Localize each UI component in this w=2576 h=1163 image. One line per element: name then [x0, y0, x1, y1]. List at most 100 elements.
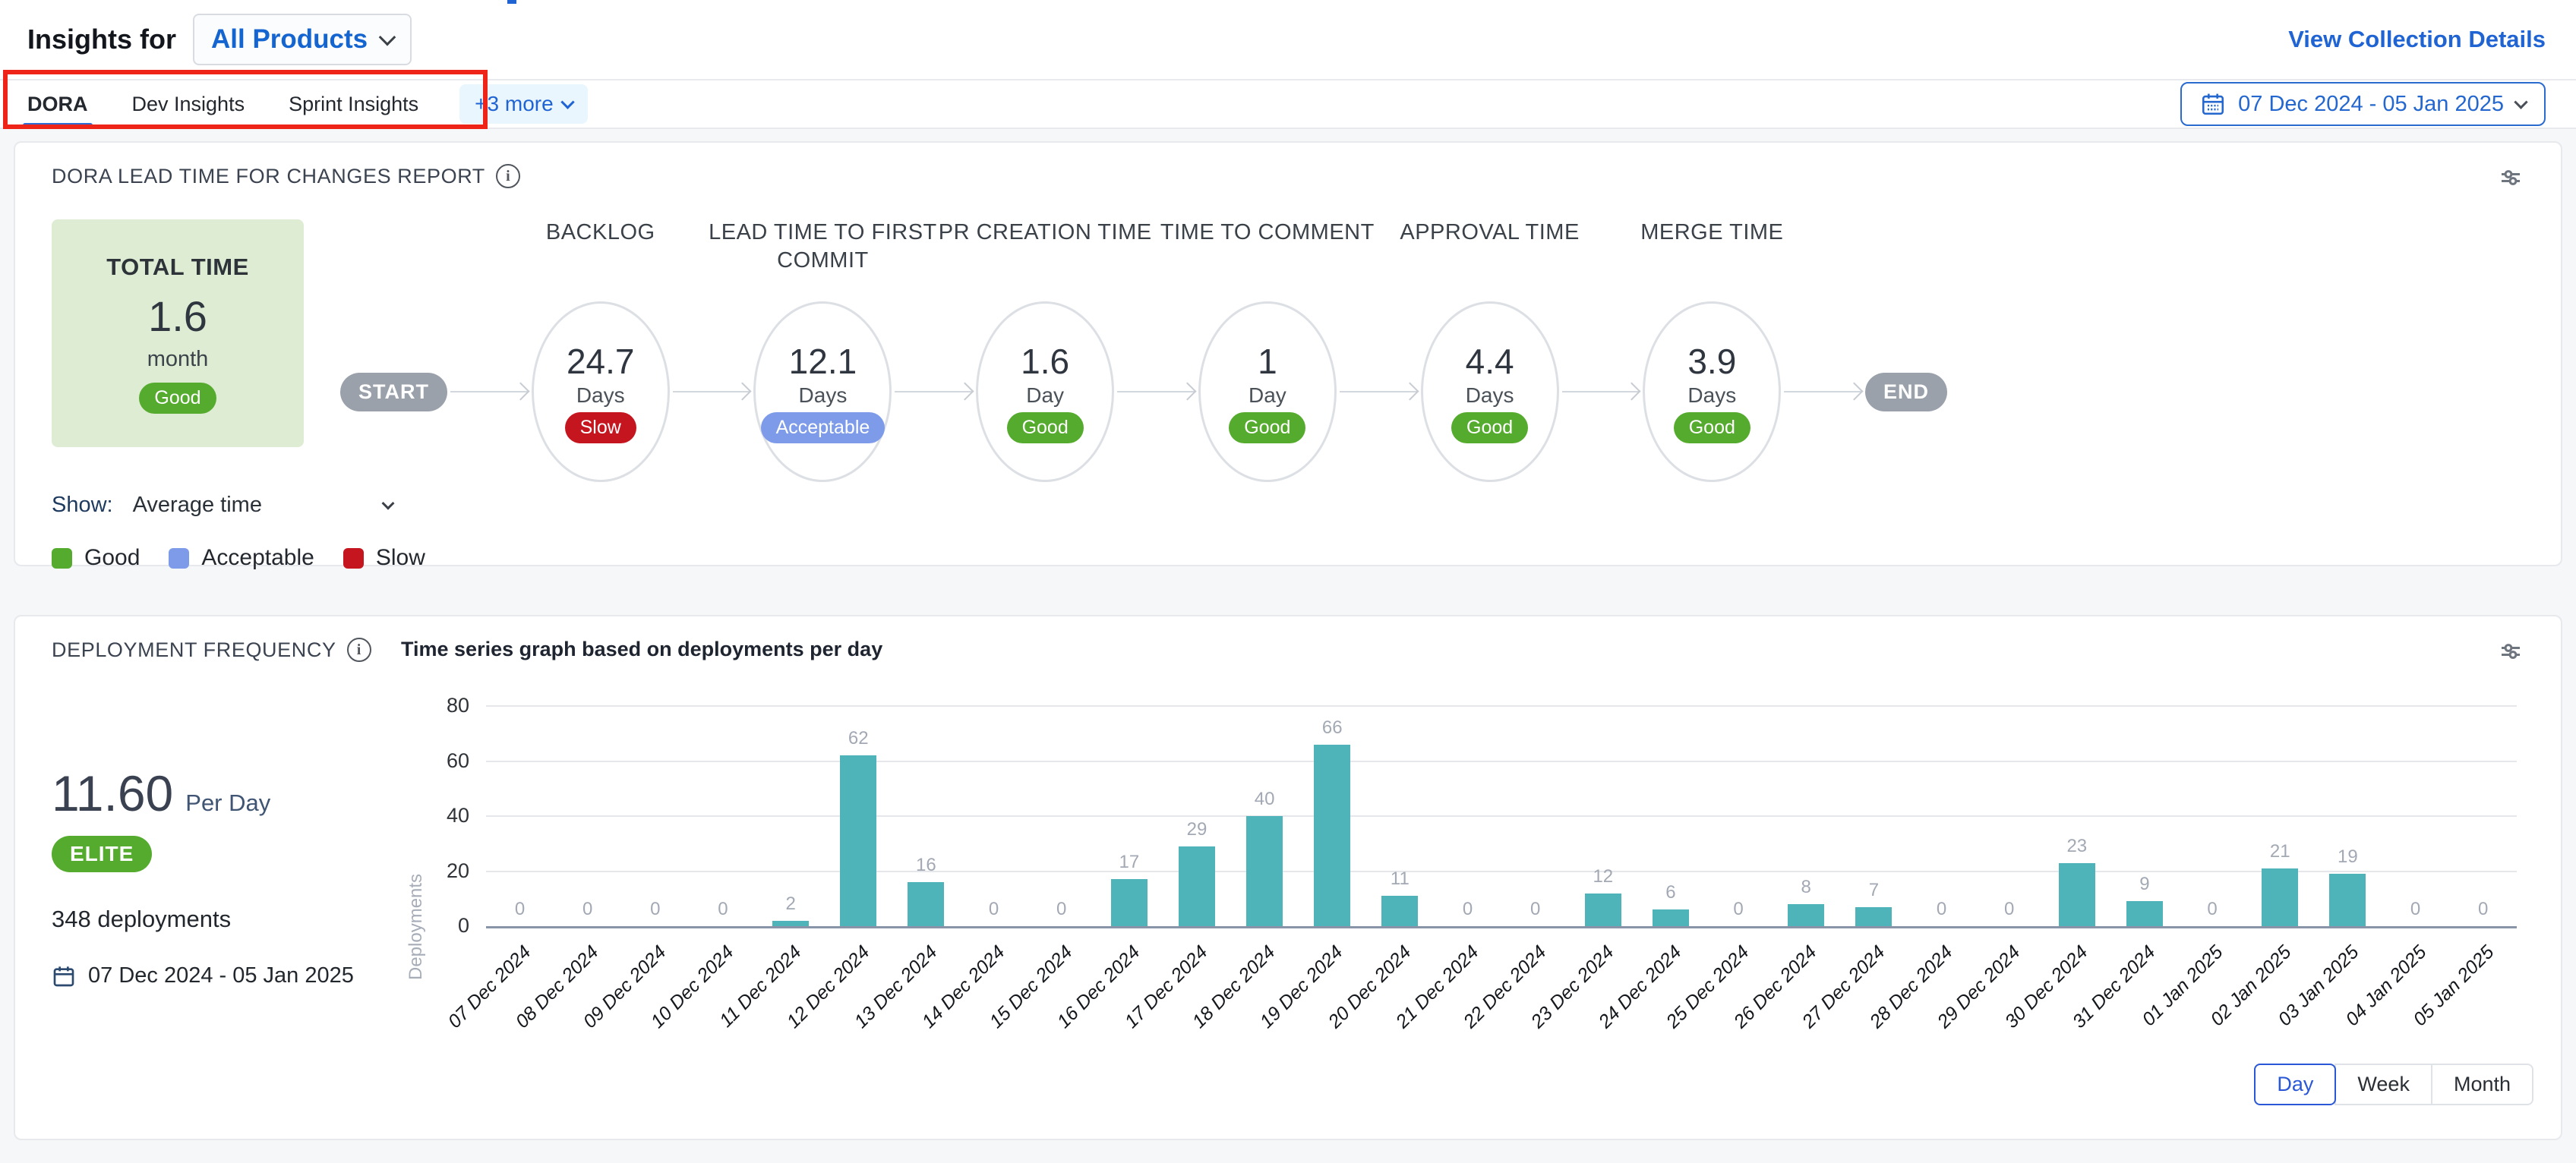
bar-cell: 931 Dec 2024 [2110, 708, 2178, 926]
bar[interactable] [2329, 874, 2366, 926]
stage-lead-time-to-first-commit: LEAD TIME TO FIRST COMMIT12.1DaysAccepta… [753, 301, 892, 482]
bar-cell: 015 Dec 2024 [1028, 708, 1095, 926]
bar-value-label: 23 [2066, 836, 2087, 857]
product-selector-value: All Products [211, 24, 368, 55]
bar-cell: 211 Dec 2024 [757, 708, 825, 926]
bar-value-label: 0 [650, 899, 660, 920]
stage-backlog: BACKLOG24.7DaysSlow [532, 301, 670, 482]
stage-value: 1 [1258, 341, 1277, 382]
bar[interactable] [1381, 896, 1418, 926]
total-time-value: 1.6 [148, 292, 207, 341]
bar-cell: 014 Dec 2024 [960, 708, 1028, 926]
bar-value-label: 0 [2207, 899, 2217, 920]
date-range-picker[interactable]: 07 Dec 2024 - 05 Jan 2025 [2180, 82, 2546, 126]
bar[interactable] [1653, 909, 1689, 926]
deployment-date-range: 07 Dec 2024 - 05 Jan 2025 [52, 963, 401, 988]
bar-cell: 1903 Jan 2025 [2314, 708, 2382, 926]
bar[interactable] [908, 882, 944, 926]
bar-value-label: 0 [989, 899, 999, 920]
stage-status-badge: Slow [565, 412, 636, 443]
bar[interactable] [1855, 907, 1892, 926]
chevron-down-icon [2514, 95, 2527, 109]
bar-value-label: 6 [1665, 882, 1675, 903]
flow-arrow [673, 391, 751, 392]
granularity-month[interactable]: Month [2431, 1064, 2533, 1105]
stage-name: APPROVAL TIME [1372, 219, 1608, 247]
bar[interactable] [1788, 904, 1824, 926]
tab-list: DORA Dev Insights Sprint Insights [27, 80, 418, 128]
bar-cell: 2102 Jan 2025 [2246, 708, 2314, 926]
bar[interactable] [1179, 846, 1215, 926]
flow-arrow [450, 391, 529, 392]
lead-time-panel-header: DORA LEAD TIME FOR CHANGES REPORT i [52, 164, 2524, 195]
stage-value: 24.7 [567, 341, 635, 382]
more-tabs-label: +3 more [475, 92, 554, 116]
page-header: Insights for All Products View Collectio… [0, 0, 2576, 80]
stage-name: BACKLOG [483, 219, 718, 247]
info-icon[interactable]: i [347, 638, 371, 662]
panel-settings-icon[interactable] [2497, 638, 2524, 669]
calendar-icon [2200, 91, 2226, 117]
legend-label: Slow [376, 545, 425, 571]
more-tabs-button[interactable]: +3 more [459, 84, 588, 124]
bar-cell: 1120 Dec 2024 [1366, 708, 1434, 926]
bar[interactable] [2262, 868, 2298, 926]
bar-value-label: 9 [2139, 874, 2149, 895]
stage-unit: Days [576, 383, 625, 408]
bar[interactable] [1111, 879, 1148, 926]
bar-cell: 826 Dec 2024 [1773, 708, 1840, 926]
bar-cell: 6212 Dec 2024 [825, 708, 892, 926]
tab-sprint-insights[interactable]: Sprint Insights [289, 80, 418, 128]
legend-swatch-acceptable [169, 548, 189, 569]
flow-arrow [1784, 391, 1862, 392]
bar-value-label: 0 [2410, 899, 2420, 920]
bar-value-label: 2 [785, 894, 795, 915]
flow-arrow [1562, 391, 1640, 392]
bar-cell: 001 Jan 2025 [2179, 708, 2246, 926]
bar-value-label: 0 [582, 899, 592, 920]
show-dropdown[interactable]: Show: Average time [52, 493, 2524, 518]
legend-item-good: Good [52, 545, 140, 571]
stage-pr-creation-time: PR CREATION TIME1.6DayGood [976, 301, 1114, 482]
panel-settings-icon[interactable] [2497, 164, 2524, 195]
deployment-body: 11.60 Per Day ELITE 348 deployments 07 D… [52, 669, 2524, 988]
bar-cell: 624 Dec 2024 [1637, 708, 1704, 926]
bar-cell: 727 Dec 2024 [1840, 708, 1908, 926]
bar-value-label: 21 [2270, 841, 2290, 862]
deployment-rate-unit: Per Day [185, 790, 270, 817]
info-icon[interactable]: i [496, 164, 520, 188]
bar-cell: 009 Dec 2024 [621, 708, 689, 926]
legend-label: Good [84, 545, 140, 571]
bar[interactable] [1585, 894, 1621, 927]
stage-value: 3.9 [1687, 341, 1736, 382]
bar-value-label: 66 [1322, 717, 1343, 739]
bar[interactable] [840, 755, 876, 926]
bar-cell: 1613 Dec 2024 [892, 708, 960, 926]
deployments-chart: Deployments 020406080007 Dec 2024008 Dec… [401, 669, 2524, 988]
bar-value-label: 0 [718, 899, 728, 920]
deployment-rate-value: 11.60 [52, 764, 173, 822]
tab-dev-insights[interactable]: Dev Insights [132, 80, 245, 128]
bar[interactable] [1314, 745, 1350, 926]
view-collection-details-link[interactable]: View Collection Details [2288, 26, 2546, 53]
bar[interactable] [1246, 816, 1283, 926]
lead-time-flow-section: TOTAL TIME 1.6 month Good STARTBACKLOG24… [52, 212, 2524, 482]
total-time-unit: month [147, 347, 209, 372]
stage-status-badge: Good [1007, 412, 1084, 443]
granularity-day[interactable]: Day [2254, 1064, 2336, 1105]
bar-value-label: 0 [2004, 899, 2014, 920]
tab-dora[interactable]: DORA [27, 80, 88, 128]
bar[interactable] [772, 921, 809, 926]
stage-status-badge: Good [1674, 412, 1750, 443]
deployment-date-range-value: 07 Dec 2024 - 05 Jan 2025 [88, 963, 354, 988]
stage-unit: Days [799, 383, 848, 408]
flow-arrow [895, 391, 973, 392]
granularity-week[interactable]: Week [2334, 1064, 2432, 1105]
product-selector[interactable]: All Products [193, 14, 412, 65]
bar[interactable] [2059, 863, 2095, 926]
bar-value-label: 7 [1869, 880, 1879, 901]
bar[interactable] [2126, 901, 2163, 926]
lead-time-flow: STARTBACKLOG24.7DaysSlowLEAD TIME TO FIR… [340, 212, 1947, 482]
y-tick-label: 80 [416, 694, 469, 717]
stage-name: MERGE TIME [1594, 219, 1829, 247]
